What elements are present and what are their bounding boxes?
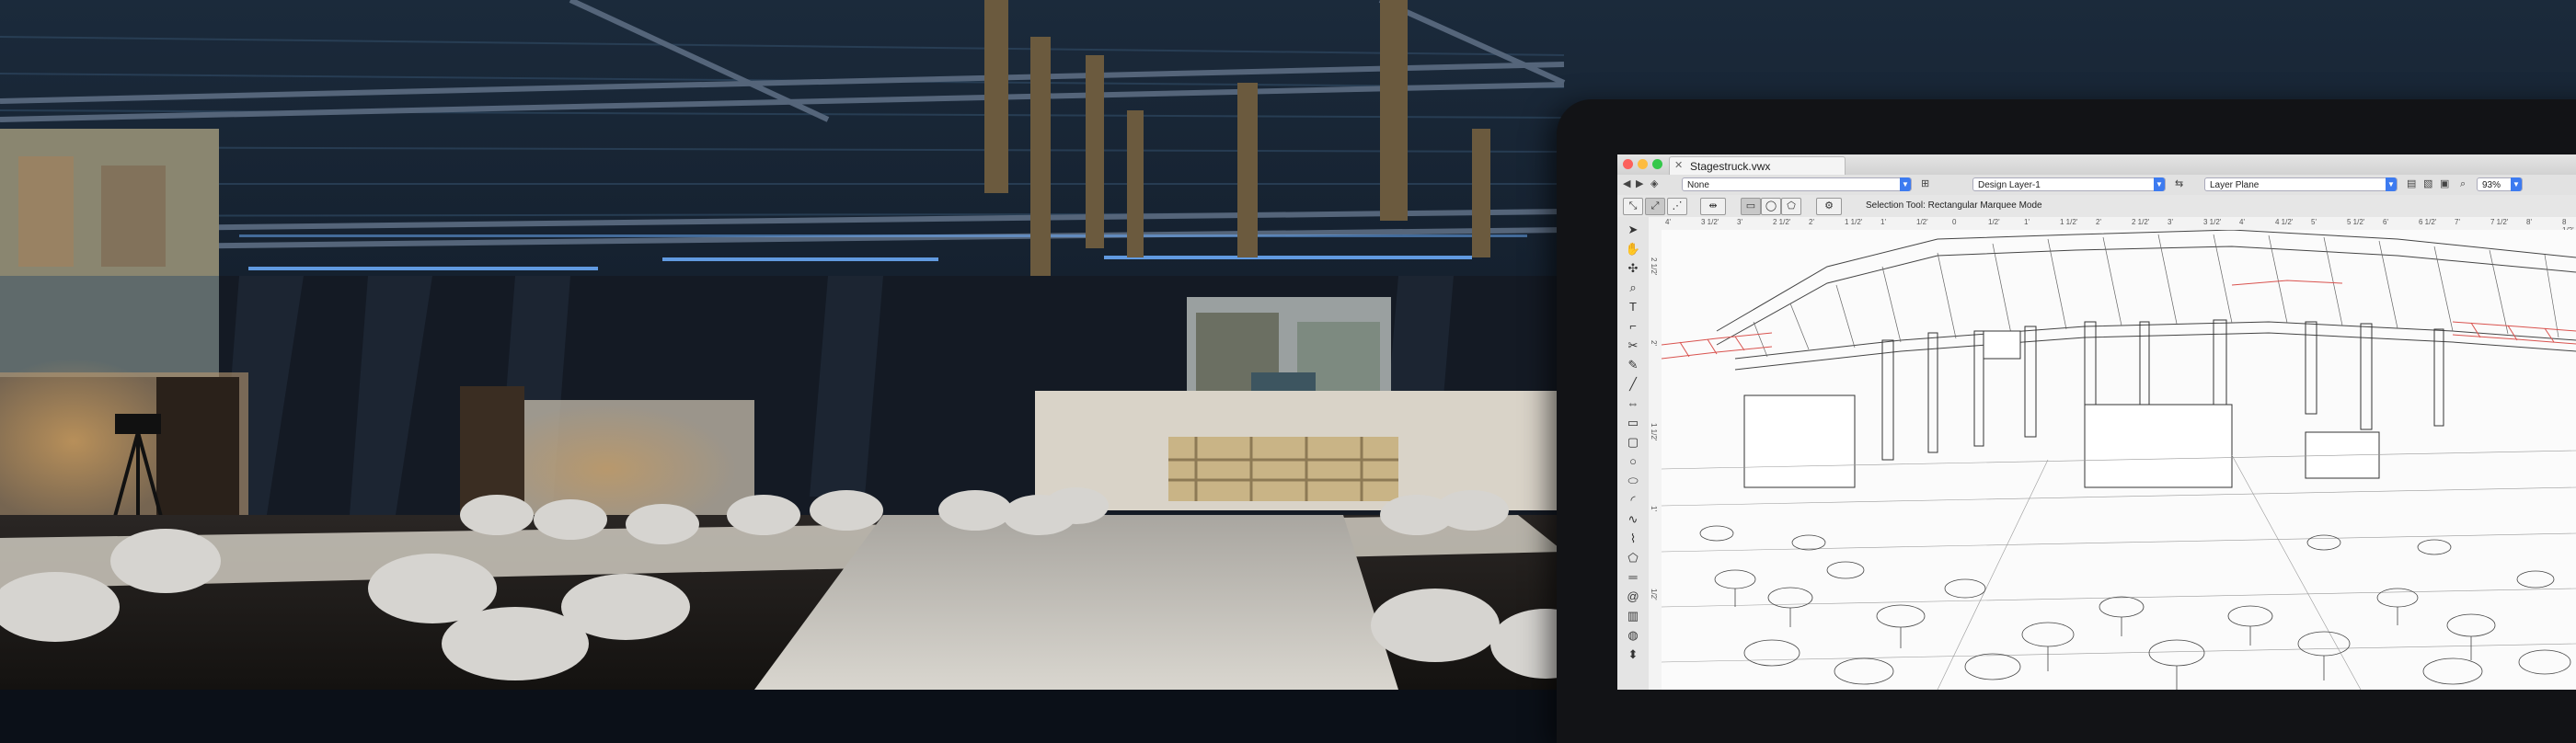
ruler-tick-label: 1 1/2' bbox=[2060, 218, 2078, 226]
polygon-marquee-icon[interactable]: ⬠ bbox=[1781, 198, 1801, 215]
ruler-tick-label: 2' bbox=[1809, 218, 1814, 226]
ruler-tick-label: 2 1/2' bbox=[1773, 218, 1791, 226]
page-icon[interactable]: ▤ bbox=[2407, 177, 2416, 191]
ruler-tick-label: 0 bbox=[1952, 218, 1957, 226]
zoom-value: 93% bbox=[2482, 180, 2501, 190]
ruler-tick-label: 1' bbox=[1650, 506, 1658, 511]
ruler-tick-label: 3' bbox=[2168, 218, 2173, 226]
window-minimize-button[interactable] bbox=[1638, 159, 1648, 169]
transform-mode-icon[interactable]: ⇹ bbox=[1700, 198, 1726, 215]
ruler-tick-label: 4' bbox=[1665, 218, 1671, 226]
plane-mode-icon[interactable]: ⇆ bbox=[2175, 177, 2183, 191]
ruler-tick-label: 4 1/2' bbox=[2275, 218, 2294, 226]
chevron-down-icon: ▼ bbox=[2386, 177, 2397, 191]
text-icon[interactable]: T bbox=[1623, 298, 1643, 316]
active-layer-value: Design Layer-1 bbox=[1978, 180, 2041, 190]
ruler-tick-label: 1/2' bbox=[1988, 218, 2000, 226]
view-bar: ◀ ▶ ◈ None ▼ ⊞ Design Layer-1 ▼ ⇆ Layer … bbox=[1617, 175, 2576, 196]
ruler-tick-label: 1/2' bbox=[1650, 589, 1658, 600]
ruler-tick-label: 1/2' bbox=[1916, 218, 1928, 226]
forward-arrow-icon[interactable]: ▶ bbox=[1636, 177, 1643, 191]
active-layer-dropdown[interactable]: Design Layer-1 ▼ bbox=[1972, 177, 2166, 191]
layer-options-icon[interactable]: ⊞ bbox=[1921, 177, 1929, 191]
chevron-down-icon: ▼ bbox=[2511, 177, 2522, 191]
ruler-tick-label: 1' bbox=[2024, 218, 2030, 226]
ruler-tick-label: 2' bbox=[1650, 340, 1658, 346]
document-title: Stagestruck.vwx bbox=[1690, 160, 1771, 173]
dimension-icon[interactable]: ⇔ bbox=[1623, 394, 1643, 413]
basic-tool-palette: ➤ ✋ ✣ ⌕ T ⌐ ✂ ✎ ╱ ⇔ ▭ ▢ ○ ⬭ ◜ ∿ ⌇ ⬠ ═ @ ▥ ◍ ⬍ bbox=[1617, 217, 1650, 690]
layers-icon[interactable]: ▧ bbox=[2423, 177, 2432, 191]
single-object-mode-icon[interactable]: ⤢ bbox=[1645, 198, 1665, 215]
render-icon[interactable]: ▣ bbox=[2440, 177, 2449, 191]
ruler-tick-label: 2 1/2' bbox=[2132, 218, 2150, 226]
window-close-button[interactable] bbox=[1623, 159, 1633, 169]
vertical-ruler: 2 1/2' 2' 1 1/2' 1' 1/2' bbox=[1649, 230, 1662, 690]
line-icon[interactable]: ╱ bbox=[1623, 375, 1643, 394]
tab-close-icon[interactable]: ✕ bbox=[1674, 159, 1683, 171]
double-line-icon[interactable]: ═ bbox=[1623, 568, 1643, 587]
active-class-dropdown[interactable]: None ▼ bbox=[1682, 177, 1912, 191]
ruler-tick-label: 1' bbox=[1880, 218, 1886, 226]
selection-preferences-icon[interactable]: ⚙ bbox=[1816, 198, 1842, 215]
ruler-tick-label: 1 1/2' bbox=[1845, 218, 1863, 226]
ruler-tick-label: 2 1/2' bbox=[1650, 257, 1658, 276]
vectorworks-window: ✕ Stagestruck.vwx ◀ ▶ ◈ None ▼ ⊞ Design … bbox=[1617, 154, 2576, 690]
back-arrow-icon[interactable]: ◀ bbox=[1623, 177, 1630, 191]
arc-icon[interactable]: ◜ bbox=[1623, 491, 1643, 509]
ruler-tick-label: 7 1/2' bbox=[2490, 218, 2509, 226]
ruler-tick-label: 7' bbox=[2455, 218, 2460, 226]
rectangular-marquee-icon[interactable]: ▭ bbox=[1741, 198, 1761, 215]
attribute-icon[interactable]: ◍ bbox=[1623, 626, 1643, 645]
saved-views-icon[interactable]: ◈ bbox=[1650, 177, 1658, 191]
tool-mode-bar: ⤡ ⤢ ⋰ ⇹ ▭ ◯ ⬠ ⚙ Selection Tool: Rectangu… bbox=[1617, 195, 2576, 218]
oval-icon[interactable]: ⬭ bbox=[1623, 472, 1643, 490]
hidden-line-render bbox=[1662, 230, 2576, 690]
chevron-down-icon: ▼ bbox=[2154, 177, 2165, 191]
clip-icon[interactable]: ✂ bbox=[1623, 337, 1643, 355]
ruler-tick-label: 8' bbox=[2526, 218, 2532, 226]
selection-arrow-icon[interactable]: ➤ bbox=[1623, 221, 1643, 239]
ruler-tick-label: 4' bbox=[2239, 218, 2245, 226]
multiple-reshape-icon[interactable]: ⋰ bbox=[1667, 198, 1687, 215]
polyline-icon[interactable]: ⌇ bbox=[1623, 530, 1643, 548]
pan-hand-icon[interactable]: ✋ bbox=[1623, 240, 1643, 258]
ruler-tick-label: 3 1/2' bbox=[1701, 218, 1719, 226]
active-plane-dropdown[interactable]: Layer Plane ▼ bbox=[2204, 177, 2398, 191]
eyedropper-icon[interactable]: ✎ bbox=[1623, 356, 1643, 374]
wall-icon[interactable]: ▥ bbox=[1623, 607, 1643, 625]
zoom-icon[interactable]: ⌕ bbox=[1623, 279, 1643, 297]
ruler-tick-label: 6' bbox=[2383, 218, 2388, 226]
document-tab-bar: ✕ Stagestruck.vwx bbox=[1617, 154, 2576, 176]
callout-icon[interactable]: ⌐ bbox=[1623, 317, 1643, 336]
ruler-tick-label: 3' bbox=[1737, 218, 1742, 226]
ruler-tick-label: 1 1/2' bbox=[1650, 423, 1658, 441]
mode-hint-text: Selection Tool: Rectangular Marquee Mode bbox=[1866, 200, 2042, 211]
interactive-scaling-icon[interactable]: ⤡ bbox=[1623, 198, 1643, 215]
rectangle-icon[interactable]: ▭ bbox=[1623, 414, 1643, 432]
ruler-tick-label: 5 1/2' bbox=[2347, 218, 2365, 226]
zoom-icon[interactable]: ⌕ bbox=[2460, 177, 2466, 191]
active-plane-value: Layer Plane bbox=[2210, 180, 2260, 190]
horizontal-ruler: 4' 3 1/2' 3' 2 1/2' 2' 1 1/2' 1' 1/2' 0 1/2' 1' 1 1… bbox=[1649, 217, 2576, 234]
ruler-tick-label: 3 1/2' bbox=[2203, 218, 2222, 226]
chevron-down-icon: ▼ bbox=[1900, 177, 1911, 191]
circle-icon[interactable]: ○ bbox=[1623, 452, 1643, 471]
ruler-tick-label: 5' bbox=[2311, 218, 2317, 226]
zoom-dropdown[interactable]: 93% ▼ bbox=[2477, 177, 2523, 191]
freehand-icon[interactable]: ∿ bbox=[1623, 510, 1643, 529]
pushpull-icon[interactable]: ⬍ bbox=[1623, 646, 1643, 664]
ruler-tick-label: 6 1/2' bbox=[2419, 218, 2437, 226]
drawing-area[interactable] bbox=[1662, 230, 2576, 690]
active-class-value: None bbox=[1687, 180, 1709, 190]
spiral-icon[interactable]: @ bbox=[1623, 588, 1643, 606]
pallet-backdrop bbox=[1168, 437, 1398, 501]
document-tab[interactable]: ✕ Stagestruck.vwx bbox=[1669, 156, 1846, 176]
rounded-rect-icon[interactable]: ▢ bbox=[1623, 433, 1643, 452]
polygon-icon[interactable]: ⬠ bbox=[1623, 549, 1643, 567]
window-maximize-button[interactable] bbox=[1652, 159, 1662, 169]
lasso-marquee-icon[interactable]: ◯ bbox=[1761, 198, 1781, 215]
ruler-tick-label: 2' bbox=[2096, 218, 2101, 226]
flyover-icon[interactable]: ✣ bbox=[1623, 259, 1643, 278]
